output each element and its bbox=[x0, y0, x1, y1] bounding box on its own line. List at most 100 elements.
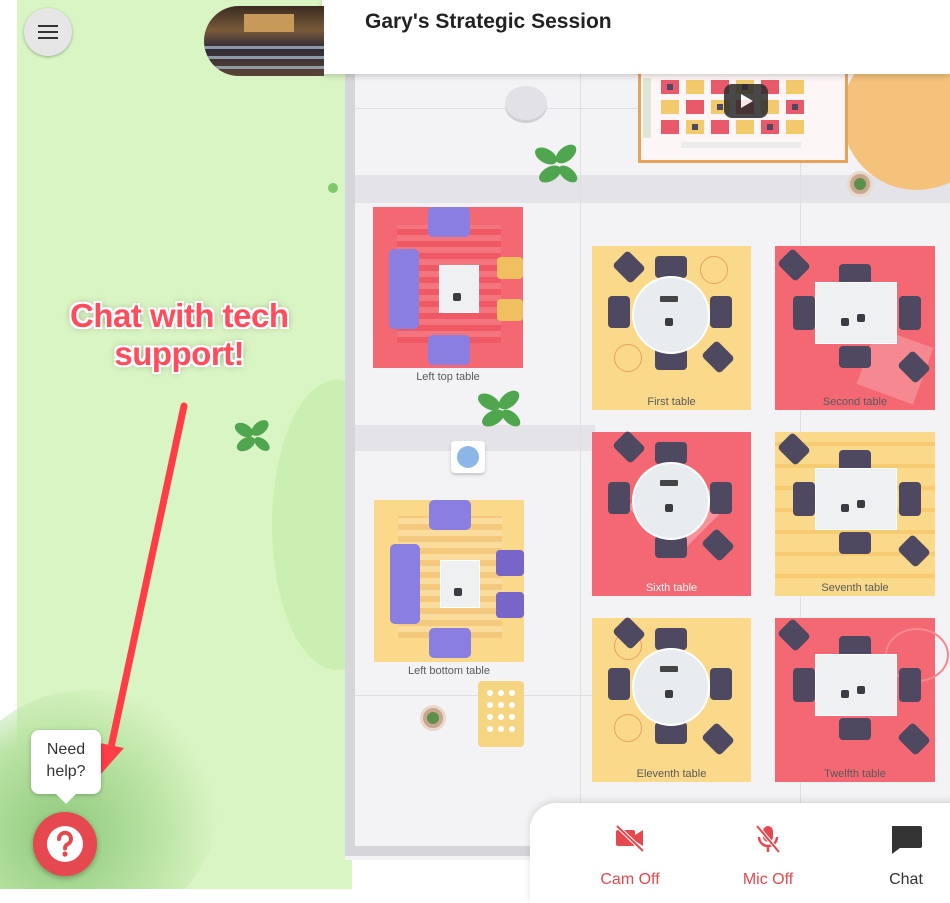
room-label: Eleventh table bbox=[636, 768, 707, 780]
mic-toggle-button[interactable]: Mic Off bbox=[723, 823, 813, 888]
room-seventh-table[interactable] bbox=[775, 432, 935, 596]
chair bbox=[793, 296, 815, 330]
chair bbox=[655, 628, 687, 650]
ottoman-bench bbox=[478, 681, 524, 747]
chat-label: Chat bbox=[889, 871, 923, 888]
armchair bbox=[428, 335, 470, 365]
rect-table bbox=[815, 654, 897, 716]
coffee-table bbox=[439, 265, 479, 313]
bench-dots bbox=[487, 690, 515, 732]
rect-table bbox=[815, 468, 897, 530]
chair bbox=[710, 482, 732, 514]
armchair bbox=[429, 500, 471, 530]
ottoman bbox=[497, 257, 523, 279]
cup bbox=[665, 504, 673, 512]
potted-plant bbox=[847, 171, 873, 197]
water-bottle bbox=[457, 446, 479, 468]
room-label: Sixth table bbox=[645, 582, 698, 594]
room-sixth-table[interactable] bbox=[592, 430, 751, 596]
armchair bbox=[428, 207, 470, 237]
chair bbox=[793, 668, 815, 702]
potted-plant bbox=[420, 705, 446, 731]
armchair bbox=[429, 628, 471, 658]
chair bbox=[612, 430, 646, 464]
ottoman bbox=[497, 299, 523, 321]
room-label: Left bottom table bbox=[408, 665, 490, 677]
water-cooler bbox=[451, 441, 485, 473]
room-label: Twelfth table bbox=[824, 768, 886, 780]
chair bbox=[710, 296, 732, 328]
camera-off-icon bbox=[615, 824, 645, 853]
cup bbox=[857, 500, 865, 508]
annotation-line: support! bbox=[114, 335, 245, 372]
room-second-table[interactable] bbox=[775, 246, 935, 410]
room-left-top-table[interactable] bbox=[373, 207, 523, 368]
microphone-off-icon bbox=[755, 824, 781, 854]
chair bbox=[897, 722, 931, 756]
cup bbox=[841, 504, 849, 512]
chat-button[interactable]: Chat bbox=[861, 823, 950, 888]
floor-lamp bbox=[505, 86, 547, 120]
presentation-screen[interactable] bbox=[638, 74, 848, 163]
hamburger-menu-icon bbox=[38, 37, 58, 39]
room-twelfth-table[interactable] bbox=[775, 618, 949, 782]
coffee-table bbox=[440, 560, 480, 608]
lawn-dot bbox=[328, 183, 338, 193]
help-tooltip-line: Need bbox=[46, 741, 86, 758]
ottoman bbox=[496, 550, 524, 576]
sofa bbox=[390, 544, 420, 624]
chair bbox=[701, 340, 735, 374]
hamburger-menu-icon bbox=[38, 25, 58, 27]
cup bbox=[841, 690, 849, 698]
thumb-seat-row bbox=[204, 66, 324, 69]
plant-leaves bbox=[234, 420, 270, 452]
cup bbox=[857, 314, 865, 322]
annotation-callout: Chat with tech support! bbox=[70, 297, 289, 373]
cup bbox=[454, 588, 462, 596]
plant-leaves bbox=[478, 390, 521, 427]
room-label: Seventh table bbox=[821, 582, 889, 594]
decor-ring bbox=[614, 714, 642, 742]
chair bbox=[608, 668, 630, 700]
chair bbox=[839, 346, 871, 368]
decor-ring bbox=[700, 256, 728, 284]
round-table bbox=[632, 276, 710, 354]
chair bbox=[608, 296, 630, 328]
thumb-stage bbox=[244, 14, 294, 32]
room-left-bottom-table[interactable] bbox=[374, 500, 524, 662]
floor-left-edge bbox=[345, 40, 355, 852]
chair bbox=[701, 528, 735, 562]
round-table bbox=[632, 648, 710, 726]
page-title: Gary's Strategic Session bbox=[365, 10, 612, 33]
rect-table bbox=[815, 282, 897, 344]
help-tooltip-line: help? bbox=[46, 763, 86, 780]
chair bbox=[701, 722, 735, 756]
hamburger-menu-icon bbox=[38, 31, 58, 33]
chair bbox=[612, 250, 646, 284]
menu-button[interactable] bbox=[24, 8, 72, 56]
cup bbox=[857, 686, 865, 694]
thumb-seat-row bbox=[204, 46, 324, 49]
cam-label: Cam Off bbox=[600, 871, 660, 888]
sofa bbox=[389, 249, 419, 329]
room-first-table[interactable] bbox=[592, 246, 751, 410]
cup bbox=[841, 318, 849, 326]
room-eleventh-table[interactable] bbox=[592, 616, 751, 782]
event-thumbnail[interactable] bbox=[204, 6, 324, 76]
room-label: Left top table bbox=[416, 371, 480, 383]
chair bbox=[655, 442, 687, 464]
cam-toggle-button[interactable]: Cam Off bbox=[585, 823, 675, 888]
decor-ring bbox=[614, 344, 642, 372]
laptop bbox=[660, 296, 678, 302]
cup bbox=[665, 318, 673, 326]
chair bbox=[608, 482, 630, 514]
virtual-office-map[interactable]: Left top table Left bottom table First t… bbox=[0, 0, 950, 889]
room-label: Second table bbox=[822, 396, 888, 408]
round-table bbox=[632, 462, 710, 540]
help-button[interactable] bbox=[33, 812, 97, 876]
play-glyph bbox=[741, 94, 753, 108]
cup bbox=[453, 293, 461, 301]
plant-leaves bbox=[535, 144, 578, 183]
chair bbox=[777, 432, 811, 466]
play-icon[interactable] bbox=[724, 84, 768, 118]
